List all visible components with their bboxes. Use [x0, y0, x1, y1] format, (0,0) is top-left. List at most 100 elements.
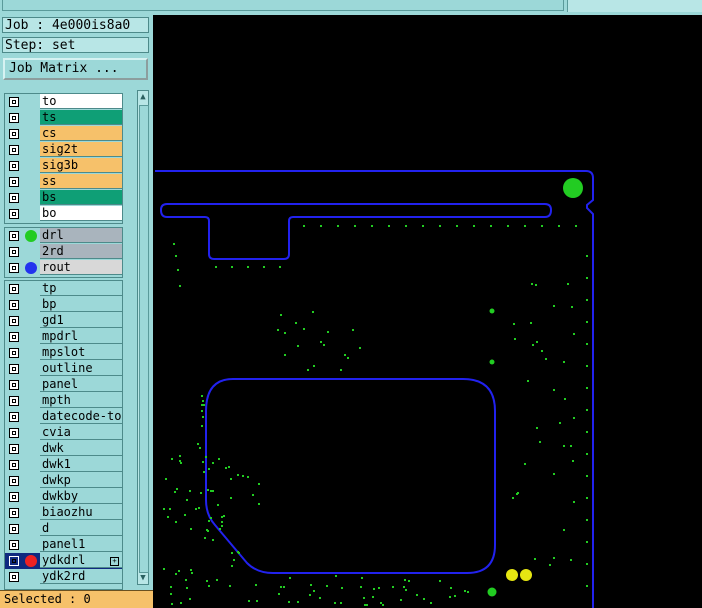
- expand-icon[interactable]: +: [110, 557, 119, 566]
- layer-label[interactable]: bo: [40, 206, 122, 221]
- layer-row-mpth[interactable]: mpth: [5, 393, 122, 409]
- layer-row-gd1[interactable]: gd1: [5, 313, 122, 329]
- layer-row-dwk[interactable]: dwk: [5, 441, 122, 457]
- layer-checkbox[interactable]: [9, 193, 19, 203]
- layer-row-dwkp[interactable]: dwkp: [5, 473, 122, 489]
- layer-row-cs[interactable]: cs: [5, 126, 122, 142]
- layer-label[interactable]: panel: [40, 377, 122, 392]
- layer-checkbox[interactable]: [9, 113, 19, 123]
- layer-row-ss[interactable]: ss: [5, 174, 122, 190]
- layer-row-ts[interactable]: ts: [5, 110, 122, 126]
- layer-label[interactable]: to: [40, 94, 122, 109]
- layer-checkbox[interactable]: [9, 444, 19, 454]
- layer-row-drl[interactable]: drl: [5, 228, 122, 244]
- layer-row-panel1[interactable]: panel1: [5, 537, 122, 553]
- layer-checkbox[interactable]: [9, 572, 19, 582]
- layer-label[interactable]: dwkby: [40, 489, 122, 504]
- via-dot: [371, 225, 373, 227]
- layer-row-cvia[interactable]: cvia: [5, 425, 122, 441]
- layer-label[interactable]: biaozhu: [40, 505, 122, 520]
- layer-checkbox[interactable]: [9, 145, 19, 155]
- layer-checkbox[interactable]: [9, 284, 19, 294]
- layer-checkbox[interactable]: [9, 332, 19, 342]
- layer-label[interactable]: cs: [40, 126, 122, 141]
- layer-checkbox[interactable]: [9, 508, 19, 518]
- via-dot: [524, 225, 526, 227]
- layer-label[interactable]: 2rd: [40, 244, 122, 259]
- layer-row-bp[interactable]: bp: [5, 297, 122, 313]
- layer-checkbox[interactable]: [9, 247, 19, 257]
- layer-checkbox[interactable]: [9, 492, 19, 502]
- layer-label[interactable]: panel1: [40, 537, 122, 552]
- scroll-up-icon[interactable]: ▲: [138, 91, 148, 103]
- layer-checkbox[interactable]: [9, 129, 19, 139]
- layer-label[interactable]: mpslot: [40, 345, 122, 360]
- layer-checkbox[interactable]: [9, 177, 19, 187]
- layer-row-dwkby[interactable]: dwkby: [5, 489, 122, 505]
- layer-row-2rd[interactable]: 2rd: [5, 244, 122, 260]
- layer-checkbox[interactable]: [9, 209, 19, 219]
- via-dot: [373, 588, 375, 590]
- layer-scrollbar[interactable]: ▲ ▼: [137, 90, 149, 585]
- layer-row-tp[interactable]: tp: [5, 281, 122, 297]
- layer-row-biaozhu[interactable]: biaozhu: [5, 505, 122, 521]
- layer-label[interactable]: dwk: [40, 441, 122, 456]
- layer-checkbox[interactable]: [9, 231, 19, 241]
- layer-checkbox[interactable]: [9, 364, 19, 374]
- layer-checkbox[interactable]: [9, 460, 19, 470]
- layer-checkbox[interactable]: [9, 540, 19, 550]
- layer-checkbox[interactable]: [9, 97, 19, 107]
- layer-row-bo[interactable]: bo: [5, 206, 122, 222]
- layer-row-sig2t[interactable]: sig2t: [5, 142, 122, 158]
- scroll-down-icon[interactable]: ▼: [138, 572, 148, 584]
- layer-row-to[interactable]: to: [5, 94, 122, 110]
- layer-checkbox[interactable]: [9, 263, 19, 273]
- scroll-thumb[interactable]: [139, 105, 149, 573]
- layer-row-d[interactable]: d: [5, 521, 122, 537]
- layer-checkbox[interactable]: [9, 161, 19, 171]
- layer-checkbox[interactable]: [9, 524, 19, 534]
- layer-label[interactable]: bs: [40, 190, 122, 205]
- layer-label[interactable]: dwk1: [40, 457, 122, 472]
- layer-label[interactable]: ss: [40, 174, 122, 189]
- layer-label[interactable]: tp: [40, 281, 122, 296]
- layer-label[interactable]: cvia: [40, 425, 122, 440]
- layer-checkbox[interactable]: [9, 428, 19, 438]
- layer-row-panel[interactable]: panel: [5, 377, 122, 393]
- layer-label[interactable]: bp: [40, 297, 122, 312]
- layer-row-dwk1[interactable]: dwk1: [5, 457, 122, 473]
- layer-row-mpdrl[interactable]: mpdrl: [5, 329, 122, 345]
- layer-checkbox[interactable]: [9, 412, 19, 422]
- layer-checkbox[interactable]: [9, 300, 19, 310]
- layer-checkbox[interactable]: [9, 316, 19, 326]
- layer-row-ydk2rd[interactable]: ydk2rd: [5, 569, 122, 585]
- layer-checkbox[interactable]: [9, 396, 19, 406]
- layer-label[interactable]: sig3b: [40, 158, 122, 173]
- layer-label[interactable]: gd1: [40, 313, 122, 328]
- layer-row-bs[interactable]: bs: [5, 190, 122, 206]
- layer-label[interactable]: d: [40, 521, 122, 536]
- layer-label[interactable]: ts: [40, 110, 122, 125]
- layer-label[interactable]: drl: [40, 228, 122, 243]
- layer-label[interactable]: datecode-to: [40, 409, 122, 424]
- layer-checkbox[interactable]: [9, 556, 19, 566]
- layer-row-datecode-to[interactable]: datecode-to: [5, 409, 122, 425]
- layer-row-mpslot[interactable]: mpslot: [5, 345, 122, 361]
- layer-checkbox[interactable]: [9, 380, 19, 390]
- via-dot: [563, 529, 565, 531]
- layer-label[interactable]: rout: [40, 260, 122, 275]
- layer-label[interactable]: mpdrl: [40, 329, 122, 344]
- graphics-canvas[interactable]: [153, 15, 702, 608]
- layer-row-sig3b[interactable]: sig3b: [5, 158, 122, 174]
- layer-row-outline[interactable]: outline: [5, 361, 122, 377]
- layer-checkbox[interactable]: [9, 348, 19, 358]
- layer-checkbox[interactable]: [9, 476, 19, 486]
- layer-label[interactable]: sig2t: [40, 142, 122, 157]
- layer-label[interactable]: ydk2rd: [40, 569, 122, 584]
- layer-row-rout[interactable]: rout: [5, 260, 122, 276]
- layer-label[interactable]: mpth: [40, 393, 122, 408]
- layer-label[interactable]: dwkp: [40, 473, 122, 488]
- job-matrix-button[interactable]: Job Matrix ...: [3, 58, 148, 80]
- layer-label[interactable]: outline: [40, 361, 122, 376]
- layer-row-ydkdrl[interactable]: ydkdrl +: [5, 553, 122, 569]
